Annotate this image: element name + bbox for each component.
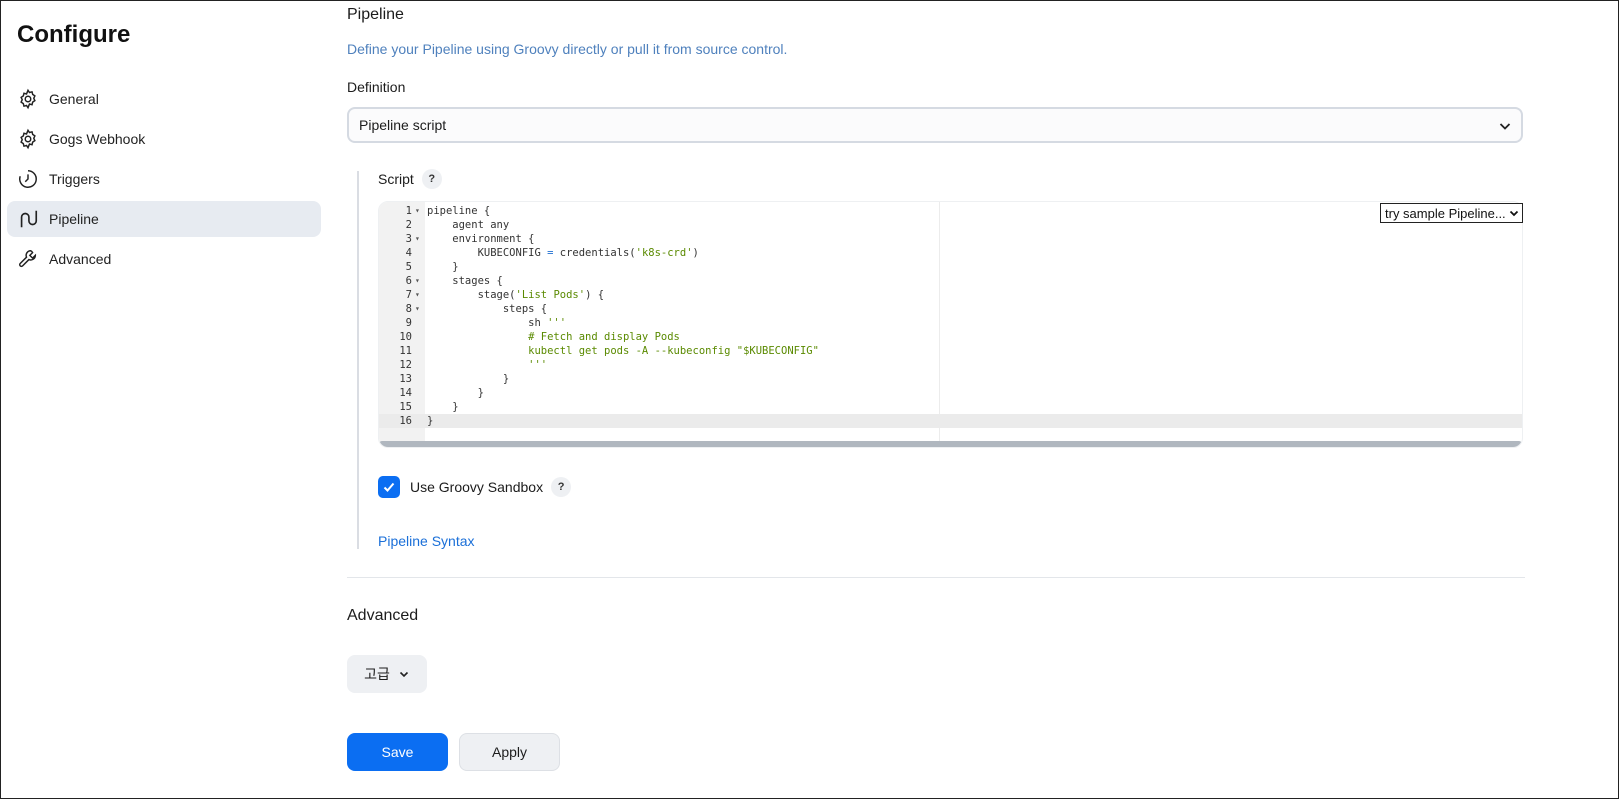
help-icon[interactable]: ?	[421, 169, 442, 189]
wrench-icon	[17, 248, 39, 270]
pipeline-syntax-link[interactable]: Pipeline Syntax	[378, 533, 475, 549]
code-text: environment {	[427, 233, 535, 245]
code-line[interactable]: 12 '''	[379, 358, 1522, 372]
sidebar-item-label: General	[49, 91, 99, 107]
code-line[interactable]: 2 agent any	[379, 218, 1522, 232]
code-line[interactable]: 15 }	[379, 400, 1522, 414]
line-number: 11	[399, 345, 412, 357]
line-number: 4	[405, 247, 412, 259]
line-number: 14	[399, 387, 412, 399]
sample-pipeline-value: try sample Pipeline...	[1385, 205, 1506, 221]
code-text: }	[427, 387, 484, 399]
line-number: 10	[399, 331, 412, 343]
code-line[interactable]: 9 sh '''	[379, 316, 1522, 330]
line-number: 8	[405, 303, 412, 315]
code-text: agent any	[427, 219, 510, 231]
fold-arrow-icon[interactable]: ▾	[415, 288, 420, 302]
sidebar-title: Configure	[17, 21, 131, 48]
script-label: Script ?	[378, 169, 442, 189]
clock-icon	[17, 168, 39, 190]
sidebar-item-general[interactable]: General	[7, 81, 321, 117]
fold-arrow-icon[interactable]: ▾	[415, 232, 420, 246]
code-line[interactable]: 11 kubectl get pods -A --kubeconfig "$KU…	[379, 344, 1522, 358]
sidebar: Configure General Gogs Webhook Triggers	[1, 1, 341, 798]
definition-label: Definition	[347, 79, 406, 95]
sidebar-item-label: Triggers	[49, 171, 100, 187]
code-line[interactable]: 10 # Fetch and display Pods	[379, 330, 1522, 344]
pipeline-icon	[17, 208, 39, 230]
sidebar-item-triggers[interactable]: Triggers	[7, 161, 321, 197]
line-number: 7	[405, 289, 412, 301]
line-number: 6	[405, 275, 412, 287]
sample-pipeline-select[interactable]: try sample Pipeline...	[1380, 203, 1523, 223]
code-line[interactable]: 1 ▾ pipeline {	[379, 204, 1522, 218]
fold-arrow-icon[interactable]: ▾	[415, 302, 420, 316]
code-text: }	[427, 261, 459, 273]
help-icon[interactable]: ?	[551, 477, 572, 497]
main-content: Pipeline Define your Pipeline using Groo…	[347, 1, 1527, 798]
line-number: 1	[405, 205, 412, 217]
code-line[interactable]: 16}	[379, 414, 1522, 428]
nested-section-bar	[357, 171, 359, 549]
sidebar-item-label: Pipeline	[49, 211, 99, 227]
groovy-sandbox-checkbox[interactable]	[378, 476, 400, 498]
save-button[interactable]: Save	[347, 733, 448, 771]
code-text: }	[427, 401, 459, 413]
advanced-button[interactable]: 고급	[347, 655, 427, 693]
code-line[interactable]: 13 }	[379, 372, 1522, 386]
check-icon	[383, 482, 395, 492]
code-text: kubectl get pods -A --kubeconfig "$KUBEC…	[427, 345, 819, 357]
line-number: 2	[405, 219, 412, 231]
code-text: sh '''	[427, 317, 567, 329]
fold-arrow-icon[interactable]: ▾	[415, 204, 420, 218]
groovy-sandbox-row: Use Groovy Sandbox ?	[378, 476, 572, 498]
code-text: pipeline {	[427, 205, 491, 217]
code-line[interactable]: 3 ▾ environment {	[379, 232, 1522, 246]
code-line[interactable]: 8 ▾ steps {	[379, 302, 1522, 316]
line-number: 12	[399, 359, 412, 371]
code-line[interactable]: 5 }	[379, 260, 1522, 274]
sidebar-item-label: Advanced	[49, 251, 112, 267]
code-text: '''	[528, 359, 548, 371]
code-line[interactable]: 7 ▾ stage('List Pods') {	[379, 288, 1522, 302]
sidebar-item-label: Gogs Webhook	[49, 131, 146, 147]
sidebar-item-advanced[interactable]: Advanced	[7, 241, 321, 277]
code-text: }	[427, 415, 434, 427]
line-number: 9	[405, 317, 412, 329]
chevron-down-icon	[1497, 118, 1513, 137]
code-line[interactable]: 14 }	[379, 386, 1522, 400]
gear-icon	[17, 88, 39, 110]
script-editor[interactable]: 1 ▾ pipeline {2 agent any 3 ▾ environment {4…	[378, 201, 1523, 448]
section-title: Pipeline	[347, 6, 404, 23]
fold-arrow-icon[interactable]: ▾	[415, 274, 420, 288]
divider	[347, 577, 1525, 578]
code-text: # Fetch and display Pods	[427, 331, 680, 343]
chevron-down-icon	[1508, 207, 1520, 222]
sidebar-item-pipeline[interactable]: Pipeline	[7, 201, 321, 237]
groovy-sandbox-label: Use Groovy Sandbox	[410, 479, 544, 495]
line-number: 13	[399, 373, 412, 385]
code-text: steps {	[427, 303, 548, 315]
section-description: Define your Pipeline using Groovy direct…	[347, 41, 788, 57]
definition-select[interactable]: Pipeline script	[347, 107, 1523, 143]
chevron-down-icon	[399, 671, 408, 678]
definition-value: Pipeline script	[359, 117, 447, 133]
line-number: 5	[405, 261, 412, 273]
code-line[interactable]: 4 KUBECONFIG = credentials('k8s-crd')	[379, 246, 1522, 260]
line-number: 3	[405, 233, 412, 245]
gear-icon	[17, 128, 39, 150]
code-line[interactable]: 6 ▾ stages {	[379, 274, 1522, 288]
line-number: 16	[399, 415, 412, 427]
code-text: stage('List Pods') {	[427, 289, 605, 301]
line-number: 15	[399, 401, 412, 413]
advanced-title: Advanced	[347, 607, 419, 624]
script-label-text: Script	[378, 171, 414, 187]
apply-button[interactable]: Apply	[459, 733, 560, 771]
code-text: }	[427, 373, 510, 385]
sidebar-item-gogs-webhook[interactable]: Gogs Webhook	[7, 121, 321, 157]
code-text: KUBECONFIG = credentials('k8s-crd')	[427, 247, 699, 259]
advanced-button-label: 고급	[364, 666, 390, 682]
horizontal-scrollbar[interactable]	[379, 441, 1522, 447]
code-text: stages {	[427, 275, 503, 287]
